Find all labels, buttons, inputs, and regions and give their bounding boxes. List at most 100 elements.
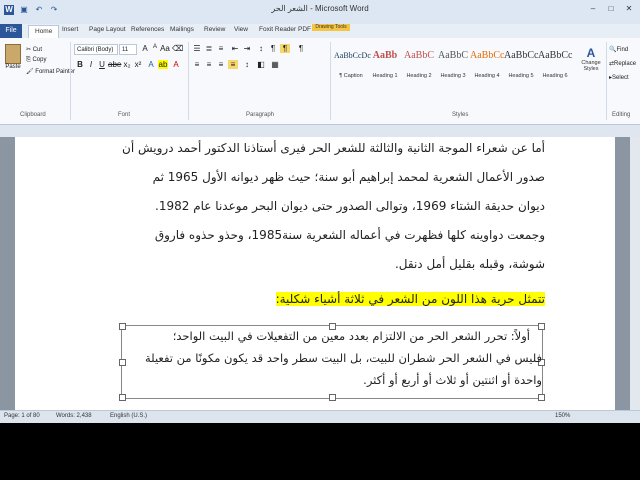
tab-insert[interactable]: Insert	[62, 26, 78, 33]
styles-group-label: Styles	[452, 112, 469, 118]
document-page[interactable]: أما عن شعراء الموجة الثانية والثالثة للش…	[15, 137, 615, 410]
style-name: Heading 2	[406, 73, 432, 79]
increase-indent-icon[interactable]: ⇥	[242, 44, 252, 53]
rtl-icon[interactable]: ¶	[280, 44, 290, 53]
window-controls: – □ ✕	[586, 3, 636, 15]
show-marks-icon[interactable]: ¶	[296, 44, 306, 53]
body-line-1: أما عن شعراء الموجة الثانية والثالثة للش…	[122, 141, 545, 155]
borders-icon[interactable]: ▦	[270, 60, 280, 69]
tab-view[interactable]: View	[234, 26, 248, 33]
replace-button[interactable]: ⇄Replace	[609, 60, 636, 67]
style-sample: AaBbCc	[538, 50, 573, 61]
tab-references[interactable]: References	[131, 26, 164, 33]
style-name: Heading 1	[372, 73, 398, 79]
grow-font-icon[interactable]: A	[140, 44, 150, 53]
text-box[interactable]: أولاً: تحرر الشعر الحر من الالتزام بعدد …	[119, 323, 545, 401]
style-heading-1[interactable]: AaBb Heading 1	[368, 48, 402, 82]
zoom-level[interactable]: 150%	[555, 413, 570, 419]
align-left-icon[interactable]: ≡	[192, 60, 202, 69]
numbering-icon[interactable]: ≣	[204, 44, 214, 53]
bold-icon[interactable]: B	[75, 60, 85, 69]
bullets-icon[interactable]: ☰	[192, 44, 202, 53]
strikethrough-icon[interactable]: abe	[108, 60, 121, 69]
title-bar: W ▣ ↶ ↷ الشعر الحر - Microsoft Word – □ …	[0, 0, 640, 25]
tab-file[interactable]: File	[0, 24, 22, 38]
superscript-icon[interactable]: x²	[133, 60, 143, 69]
multilevel-list-icon[interactable]: ≡	[216, 44, 226, 53]
resize-handle[interactable]	[119, 359, 126, 366]
find-button[interactable]: 🔍Find	[609, 46, 628, 53]
sort-icon[interactable]: ↕	[256, 44, 266, 53]
format-painter-button[interactable]: 🖌 Format Painter	[26, 68, 75, 75]
align-right-icon[interactable]: ≡	[216, 60, 226, 69]
change-styles-label: Change Styles	[581, 60, 601, 72]
subscript-icon[interactable]: x₂	[122, 60, 132, 69]
style-caption[interactable]: AaBbCcDc ¶ Caption	[334, 48, 371, 82]
word-count[interactable]: Words: 2,438	[56, 413, 92, 419]
ltr-icon[interactable]: ¶	[268, 44, 278, 53]
tab-review[interactable]: Review	[204, 26, 225, 33]
highlight-text: تتمثل حرية هذا اللون من الشعر في ثلاثة أ…	[275, 292, 545, 306]
tab-home[interactable]: Home	[28, 25, 60, 39]
clear-format-icon[interactable]: ⌫	[172, 44, 183, 53]
copy-button[interactable]: ⎘ Copy	[26, 57, 46, 64]
style-sample: AaBbCc	[504, 50, 539, 61]
context-tab-drawing-tools: Drawing Tools	[312, 24, 350, 31]
justify-icon[interactable]: ≡	[228, 60, 238, 69]
tab-foxit[interactable]: Foxit Reader PDF	[259, 26, 311, 33]
text-effects-icon[interactable]: A	[146, 60, 156, 69]
resize-handle[interactable]	[329, 394, 336, 401]
style-sample: AaBb	[372, 50, 398, 61]
tab-page-layout[interactable]: Page Layout	[89, 26, 126, 33]
tab-mailings[interactable]: Mailings	[170, 26, 194, 33]
style-heading-6[interactable]: AaBbCc Heading 6	[538, 48, 572, 82]
brush-icon: 🖌	[26, 69, 36, 75]
paste-label: Paste	[5, 64, 21, 70]
paste-icon	[5, 44, 21, 64]
vertical-scrollbar[interactable]	[630, 137, 640, 410]
style-name: Heading 6	[542, 73, 568, 79]
shading-icon[interactable]: ◧	[256, 60, 266, 69]
line-spacing-icon[interactable]: ↕	[242, 60, 252, 69]
style-name: Heading 5	[508, 73, 534, 79]
font-color-icon[interactable]: A	[171, 60, 181, 69]
style-heading-4[interactable]: AaBbCc Heading 4	[470, 48, 504, 82]
paste-button[interactable]: Paste	[4, 44, 22, 74]
body-line-4: وجمعت دواوينه كلها فظهرت في أعماله الشعر…	[154, 228, 545, 242]
minimize-button[interactable]: –	[586, 3, 600, 15]
style-sample: AaBbCcDc	[334, 51, 371, 60]
cut-button[interactable]: ✂ Cut	[26, 46, 42, 53]
style-name: ¶ Caption	[339, 73, 363, 79]
style-heading-3[interactable]: AaBbC Heading 3	[436, 48, 470, 82]
document-canvas: أما عن شعراء الموجة الثانية والثالثة للش…	[0, 137, 640, 410]
clipboard-group-label: Clipboard	[20, 112, 46, 118]
font-size-select[interactable]: 11	[119, 44, 137, 55]
body-line-2: صدور الأعمال الشعرية لمحمد إبراهيم أبو س…	[152, 170, 545, 184]
close-button[interactable]: ✕	[622, 3, 636, 15]
underline-icon[interactable]: U	[97, 60, 107, 69]
align-center-icon[interactable]: ≡	[204, 60, 214, 69]
resize-handle[interactable]	[538, 394, 545, 401]
change-case-icon[interactable]: Aa	[160, 44, 170, 53]
copy-label: Copy	[32, 57, 47, 63]
select-button[interactable]: ▸Select	[609, 74, 629, 81]
font-name-select[interactable]: Calibri (Body)	[74, 44, 118, 55]
shrink-font-icon[interactable]: A	[150, 44, 160, 50]
highlight-icon[interactable]: ab	[158, 60, 168, 69]
change-styles-button[interactable]: A Change Styles	[578, 46, 604, 86]
maximize-button[interactable]: □	[604, 3, 618, 15]
decrease-indent-icon[interactable]: ⇤	[230, 44, 240, 53]
italic-icon[interactable]: I	[86, 60, 96, 69]
letterbox	[0, 423, 640, 480]
style-heading-5[interactable]: AaBbCc Heading 5	[504, 48, 538, 82]
page-count[interactable]: Page: 1 of 80	[4, 413, 40, 419]
ribbon: Paste ✂ Cut ⎘ Copy 🖌 Format Painter Clip…	[0, 38, 640, 125]
find-label: Find	[616, 47, 629, 53]
body-line-3: ديوان حديقة الشتاء 1969، وتوالى الصدور ح…	[155, 199, 545, 213]
style-heading-2[interactable]: AaBbC Heading 2	[402, 48, 436, 82]
resize-handle[interactable]	[119, 323, 126, 330]
resize-handle[interactable]	[119, 394, 126, 401]
resize-handle[interactable]	[538, 323, 545, 330]
language[interactable]: English (U.S.)	[110, 413, 147, 419]
status-bar: Page: 1 of 80 Words: 2,438 English (U.S.…	[0, 410, 640, 423]
